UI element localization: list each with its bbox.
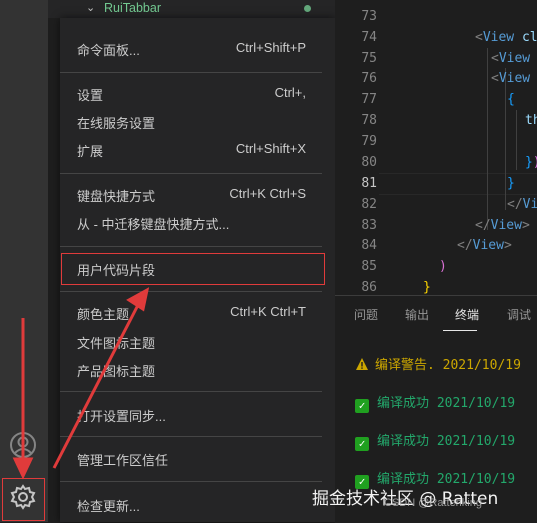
annotation-arrows [12,287,150,480]
arrow-to-snippets [52,304,140,469]
watermark-sub-text: CSDN @Rattenking [384,497,482,509]
arrowhead [12,457,34,480]
arrowhead [126,287,150,312]
